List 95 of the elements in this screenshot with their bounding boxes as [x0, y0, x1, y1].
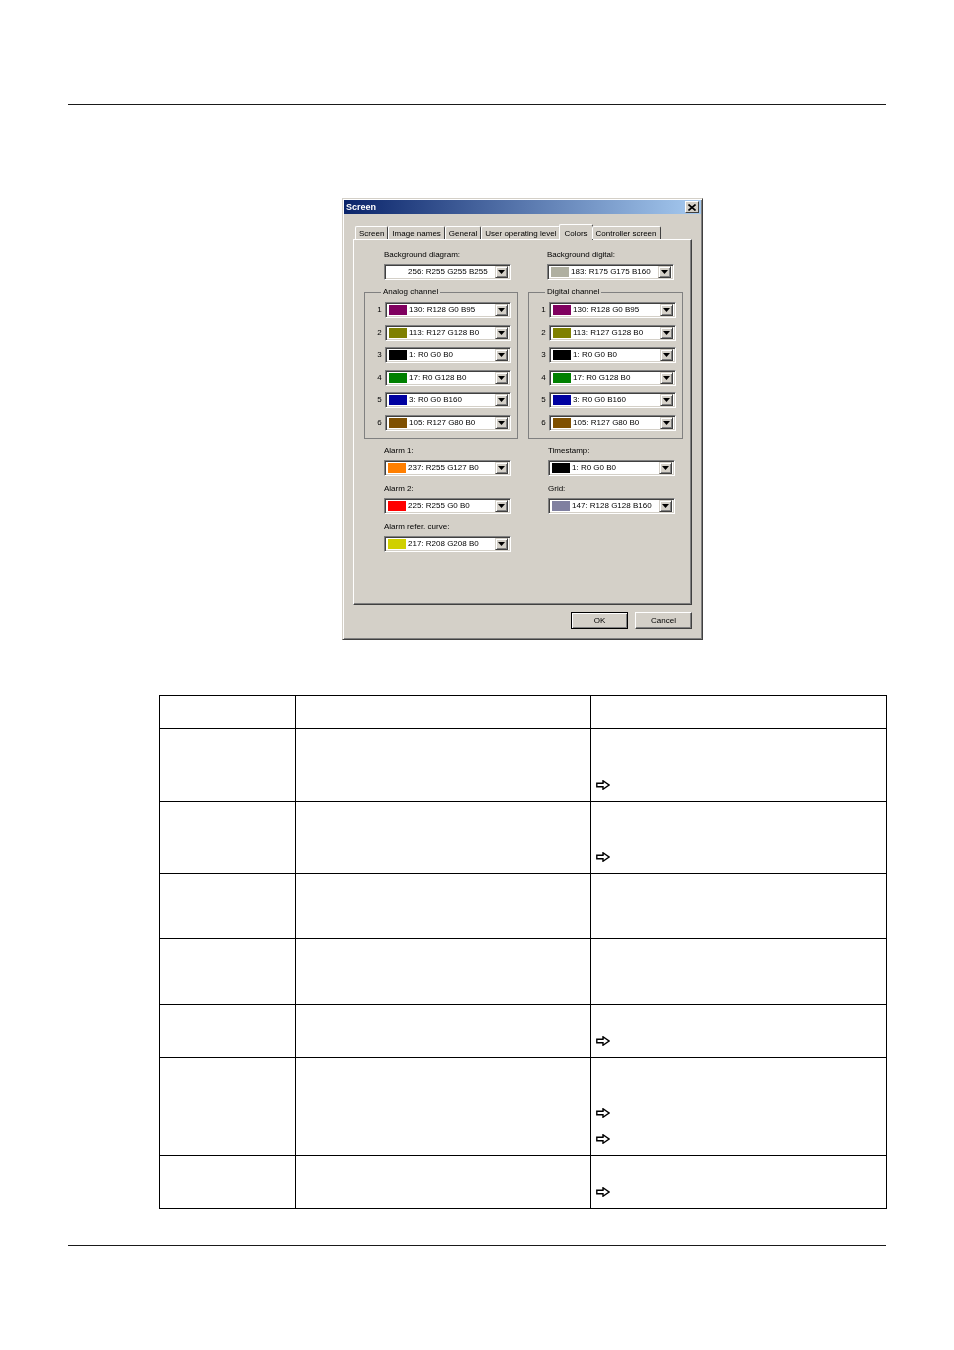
arrow-right-icon — [596, 780, 610, 790]
cancel-button[interactable]: Cancel — [635, 612, 692, 629]
color-dropdown[interactable]: 225: R255 G0 B0 — [384, 497, 511, 514]
dropdown-button[interactable] — [495, 326, 508, 339]
field-label: Grid: — [548, 483, 566, 494]
ok-button[interactable]: OK — [571, 612, 628, 629]
field-label: Alarm 2: — [384, 483, 414, 494]
dropdown-button[interactable] — [495, 537, 508, 550]
color-dropdown[interactable]: 1: R0 G0 B0 — [548, 459, 675, 476]
color-dropdown[interactable]: 105: R127 G80 B0 — [549, 414, 676, 431]
caret-down-icon — [663, 420, 670, 425]
arrow-right-icon — [596, 1036, 610, 1046]
dropdown-button[interactable] — [659, 461, 672, 474]
caret-down-icon — [498, 308, 505, 312]
color-dropdown[interactable]: 1: R0 G0 B0 — [385, 347, 511, 363]
channel-number: 6 — [377, 417, 382, 428]
group-title: Analog channel — [382, 287, 440, 297]
channel-number: 5 — [377, 395, 382, 405]
dropdown-button[interactable] — [660, 416, 673, 429]
color-dropdown[interactable]: 113: R127 G128 B0 — [385, 324, 511, 341]
dropdown-button[interactable] — [660, 394, 673, 406]
color-dropdown[interactable]: 3: R0 G0 B160 — [385, 392, 511, 408]
arrow-right-icon — [596, 852, 610, 862]
channel-number: 1 — [541, 305, 546, 315]
dropdown-button[interactable] — [495, 349, 508, 361]
color-dropdown[interactable]: 105: R127 G80 B0 — [385, 414, 511, 431]
caret-down-icon — [663, 353, 670, 357]
channel-number: 2 — [377, 327, 382, 338]
window-title: Screen — [346, 201, 377, 213]
dropdown-button[interactable] — [660, 326, 673, 339]
tab[interactable]: Colors — [559, 224, 593, 240]
channel-number: 5 — [541, 395, 546, 405]
channel-number: 4 — [377, 372, 382, 383]
caret-down-icon — [498, 420, 505, 425]
caret-down-icon — [661, 270, 668, 274]
field-label: Timestamp: — [548, 445, 590, 456]
caret-down-icon — [498, 375, 505, 380]
dropdown-button[interactable] — [495, 266, 508, 278]
dropdown-button[interactable] — [660, 371, 673, 384]
color-dropdown[interactable]: 217: R208 G208 B0 — [384, 535, 511, 552]
dropdown-button[interactable] — [495, 394, 508, 406]
channel-number: 3 — [377, 350, 382, 360]
dropdown-button[interactable] — [495, 416, 508, 429]
caret-down-icon — [662, 465, 669, 470]
channel-number: 1 — [377, 305, 382, 315]
tab[interactable]: Screen — [355, 226, 389, 239]
caret-down-icon — [498, 330, 505, 335]
dropdown-button[interactable] — [660, 349, 673, 361]
dropdown-button[interactable] — [659, 499, 672, 512]
dropdown-button[interactable] — [658, 266, 671, 278]
color-dropdown[interactable]: 130: R128 G0 B95 — [549, 302, 676, 318]
channel-number: 6 — [541, 417, 546, 428]
tab[interactable]: User operating level — [481, 226, 561, 239]
tab[interactable]: Image names — [388, 226, 445, 239]
caret-down-icon — [498, 541, 505, 546]
dropdown-button[interactable] — [660, 304, 673, 316]
channel-number: 2 — [541, 327, 546, 338]
close-icon — [688, 203, 696, 211]
color-dropdown[interactable]: 3: R0 G0 B160 — [549, 392, 676, 408]
caret-down-icon — [663, 330, 670, 335]
caret-down-icon — [498, 353, 505, 357]
color-dropdown[interactable]: 237: R255 G127 B0 — [384, 459, 511, 476]
color-dropdown[interactable]: 183: R175 G175 B160 — [547, 264, 674, 280]
caret-down-icon — [498, 398, 505, 402]
field-label: Background digital: — [547, 250, 616, 260]
color-dropdown[interactable]: 256: R255 G255 B255 — [384, 264, 511, 280]
tab[interactable]: Controller screen — [591, 226, 661, 239]
field-label: Alarm refer. curve: — [384, 521, 450, 532]
caret-down-icon — [662, 503, 669, 508]
color-dropdown[interactable]: 17: R0 G128 B0 — [385, 369, 511, 386]
dropdown-button[interactable] — [495, 304, 508, 316]
color-dropdown[interactable]: 147: R128 G128 B160 — [548, 497, 675, 514]
color-dropdown[interactable]: 1: R0 G0 B0 — [549, 347, 676, 363]
group-title: Digital channel — [546, 287, 601, 297]
dropdown-button[interactable] — [495, 461, 508, 474]
field-label: Background diagram: — [384, 250, 461, 260]
tab[interactable]: General — [444, 226, 482, 239]
color-dropdown[interactable]: 113: R127 G128 B0 — [549, 324, 676, 341]
close-button[interactable] — [685, 201, 699, 213]
color-dropdown[interactable]: 130: R128 G0 B95 — [385, 302, 511, 318]
color-dropdown[interactable]: 17: R0 G128 B0 — [549, 369, 676, 386]
caret-down-icon — [663, 308, 670, 312]
caret-down-icon — [498, 465, 505, 470]
channel-number: 3 — [541, 350, 546, 360]
arrow-right-icon — [596, 1187, 610, 1197]
caret-down-icon — [498, 270, 505, 274]
arrow-right-icon — [596, 1108, 610, 1118]
channel-number: 4 — [541, 372, 546, 383]
field-label: Alarm 1: — [384, 445, 414, 456]
caret-down-icon — [498, 503, 505, 508]
arrow-right-icon — [596, 1134, 610, 1144]
dropdown-button[interactable] — [495, 371, 508, 384]
caret-down-icon — [663, 398, 670, 402]
caret-down-icon — [663, 375, 670, 380]
dropdown-button[interactable] — [495, 499, 508, 512]
